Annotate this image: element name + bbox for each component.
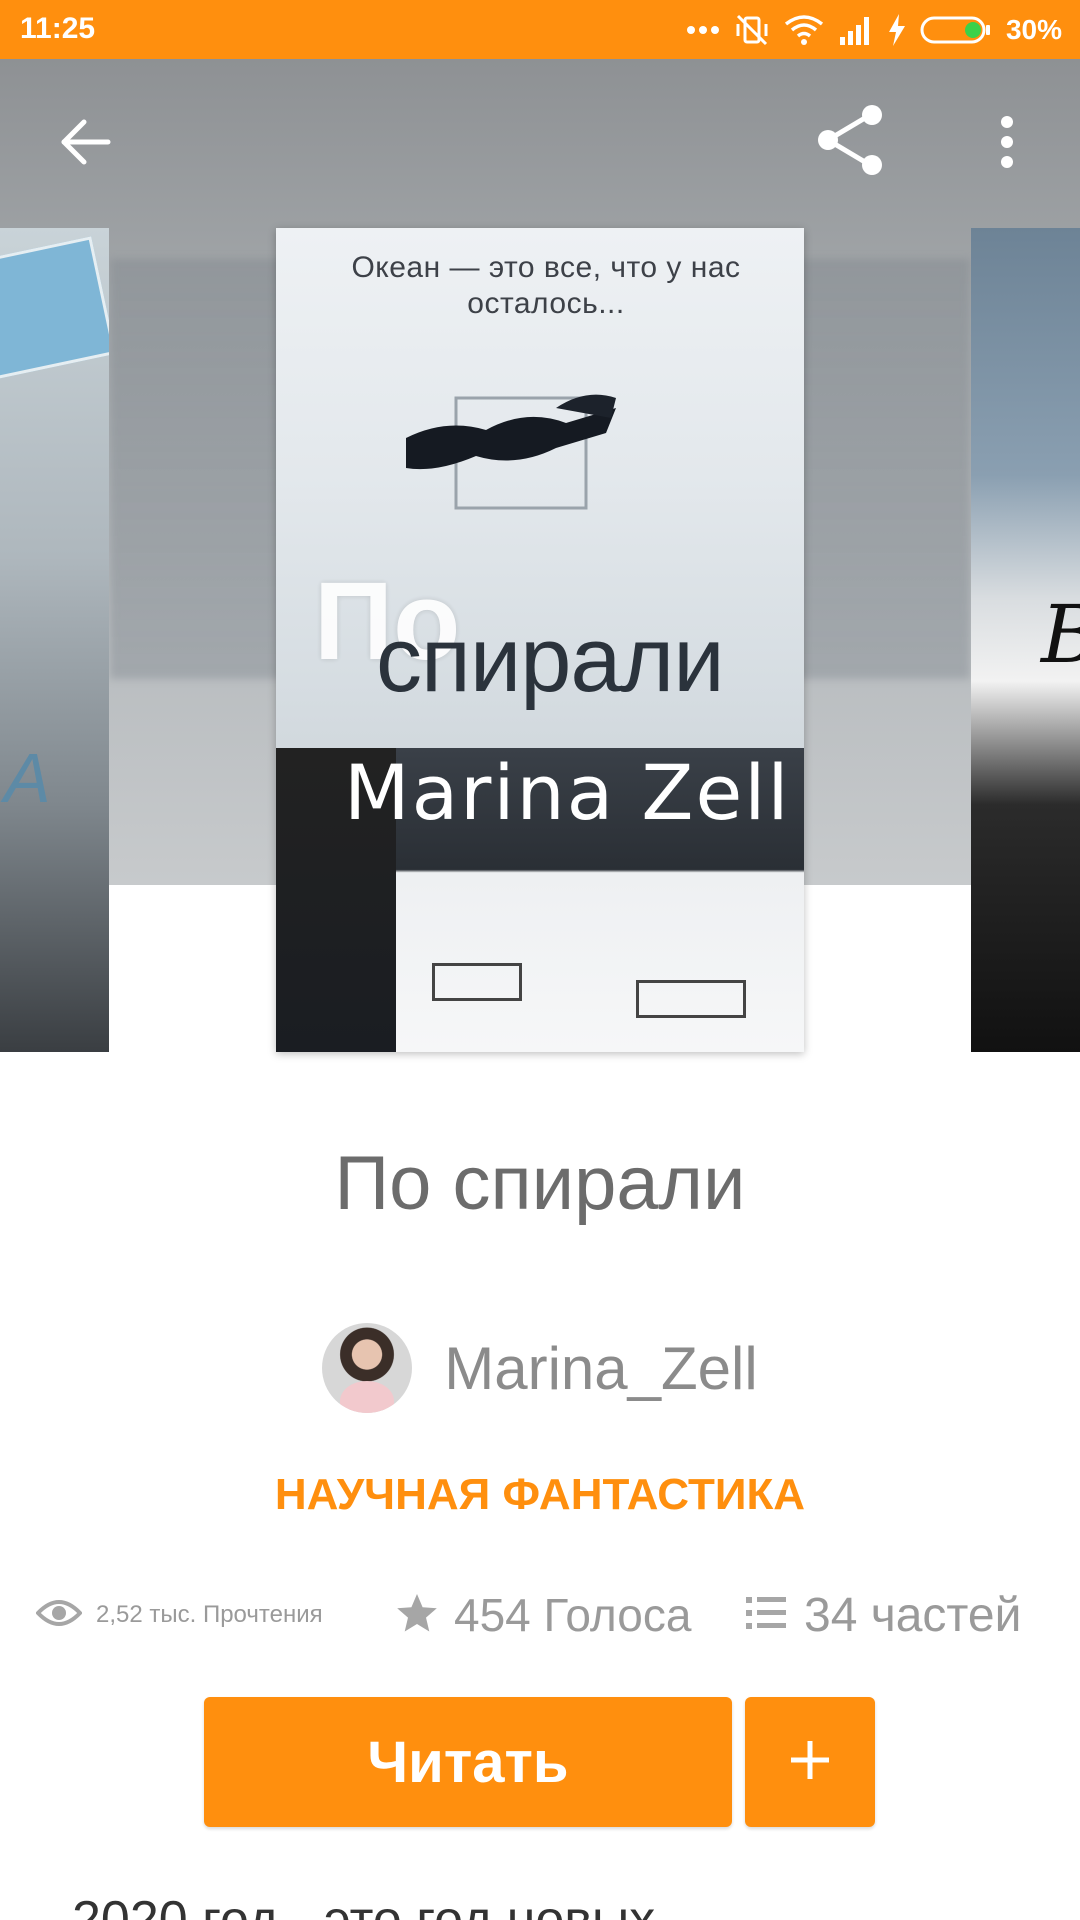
reads-count: 2,52 тыс. Прочтения bbox=[96, 1601, 323, 1628]
more-options-button[interactable] bbox=[962, 99, 1052, 189]
wifi-icon bbox=[784, 14, 824, 46]
avatar[interactable] bbox=[322, 1323, 413, 1413]
status-icons: 30% bbox=[686, 10, 1062, 50]
status-bar: 11:25 30% bbox=[0, 0, 1080, 59]
vibrate-off-icon bbox=[734, 12, 770, 48]
parts-stat: 34 частей bbox=[746, 1580, 1021, 1650]
author-row[interactable]: Marina_Zell bbox=[0, 1322, 1080, 1414]
more-vert-icon bbox=[999, 115, 1015, 174]
stats-row: 2,52 тыс. Прочтения 454 Голоса 34 частей bbox=[35, 1580, 1056, 1650]
author-name[interactable]: Marina_Zell bbox=[444, 1334, 757, 1403]
cover-letter: B bbox=[1041, 588, 1080, 681]
cover-figure-graphic bbox=[406, 394, 616, 510]
parts-count: 34 частей bbox=[804, 1588, 1022, 1642]
list-icon bbox=[746, 1595, 786, 1636]
charging-icon bbox=[888, 14, 906, 46]
more-dots-icon bbox=[686, 25, 720, 35]
description-text: 2020 год - это год новых bbox=[72, 1891, 656, 1920]
cover-letter: A bbox=[4, 739, 51, 817]
status-time: 11:25 bbox=[20, 12, 96, 45]
reads-stat: 2,52 тыс. Прочтения bbox=[35, 1580, 323, 1650]
add-to-library-button[interactable] bbox=[745, 1697, 875, 1827]
signal-icon bbox=[838, 15, 874, 45]
cover-author: Marina Zell bbox=[344, 748, 791, 837]
cover-previous[interactable]: A bbox=[0, 228, 109, 1052]
cover-tagline: Океан — это все, что у нас осталось... bbox=[351, 251, 741, 320]
votes-count: 454 Голоса bbox=[454, 1589, 692, 1641]
read-button[interactable]: Читать bbox=[204, 1697, 732, 1827]
app-bar bbox=[0, 59, 1080, 229]
votes-stat: 454 Голоса bbox=[396, 1580, 691, 1650]
cover-next[interactable]: B bbox=[971, 228, 1080, 1052]
cover-stamp-graphic bbox=[636, 980, 746, 1018]
cover-title-line2: спирали bbox=[376, 609, 725, 711]
battery-icon bbox=[920, 15, 992, 45]
back-button[interactable] bbox=[40, 99, 130, 189]
plus-icon bbox=[787, 1737, 833, 1788]
share-button[interactable] bbox=[806, 97, 896, 187]
star-icon bbox=[396, 1592, 438, 1639]
cover-current[interactable]: Океан — это все, что у нас осталось... П… bbox=[276, 228, 804, 1052]
genre-link[interactable]: НАУЧНАЯ ФАНТАСТИКА bbox=[0, 1470, 1080, 1520]
share-icon bbox=[814, 103, 888, 182]
back-arrow-icon bbox=[58, 118, 112, 171]
cover-badge-graphic bbox=[0, 236, 109, 380]
book-title: По спирали bbox=[334, 1141, 746, 1226]
cover-stamp-graphic bbox=[432, 963, 522, 1001]
battery-percent: 30% bbox=[1005, 14, 1062, 45]
eye-icon bbox=[35, 1597, 83, 1634]
